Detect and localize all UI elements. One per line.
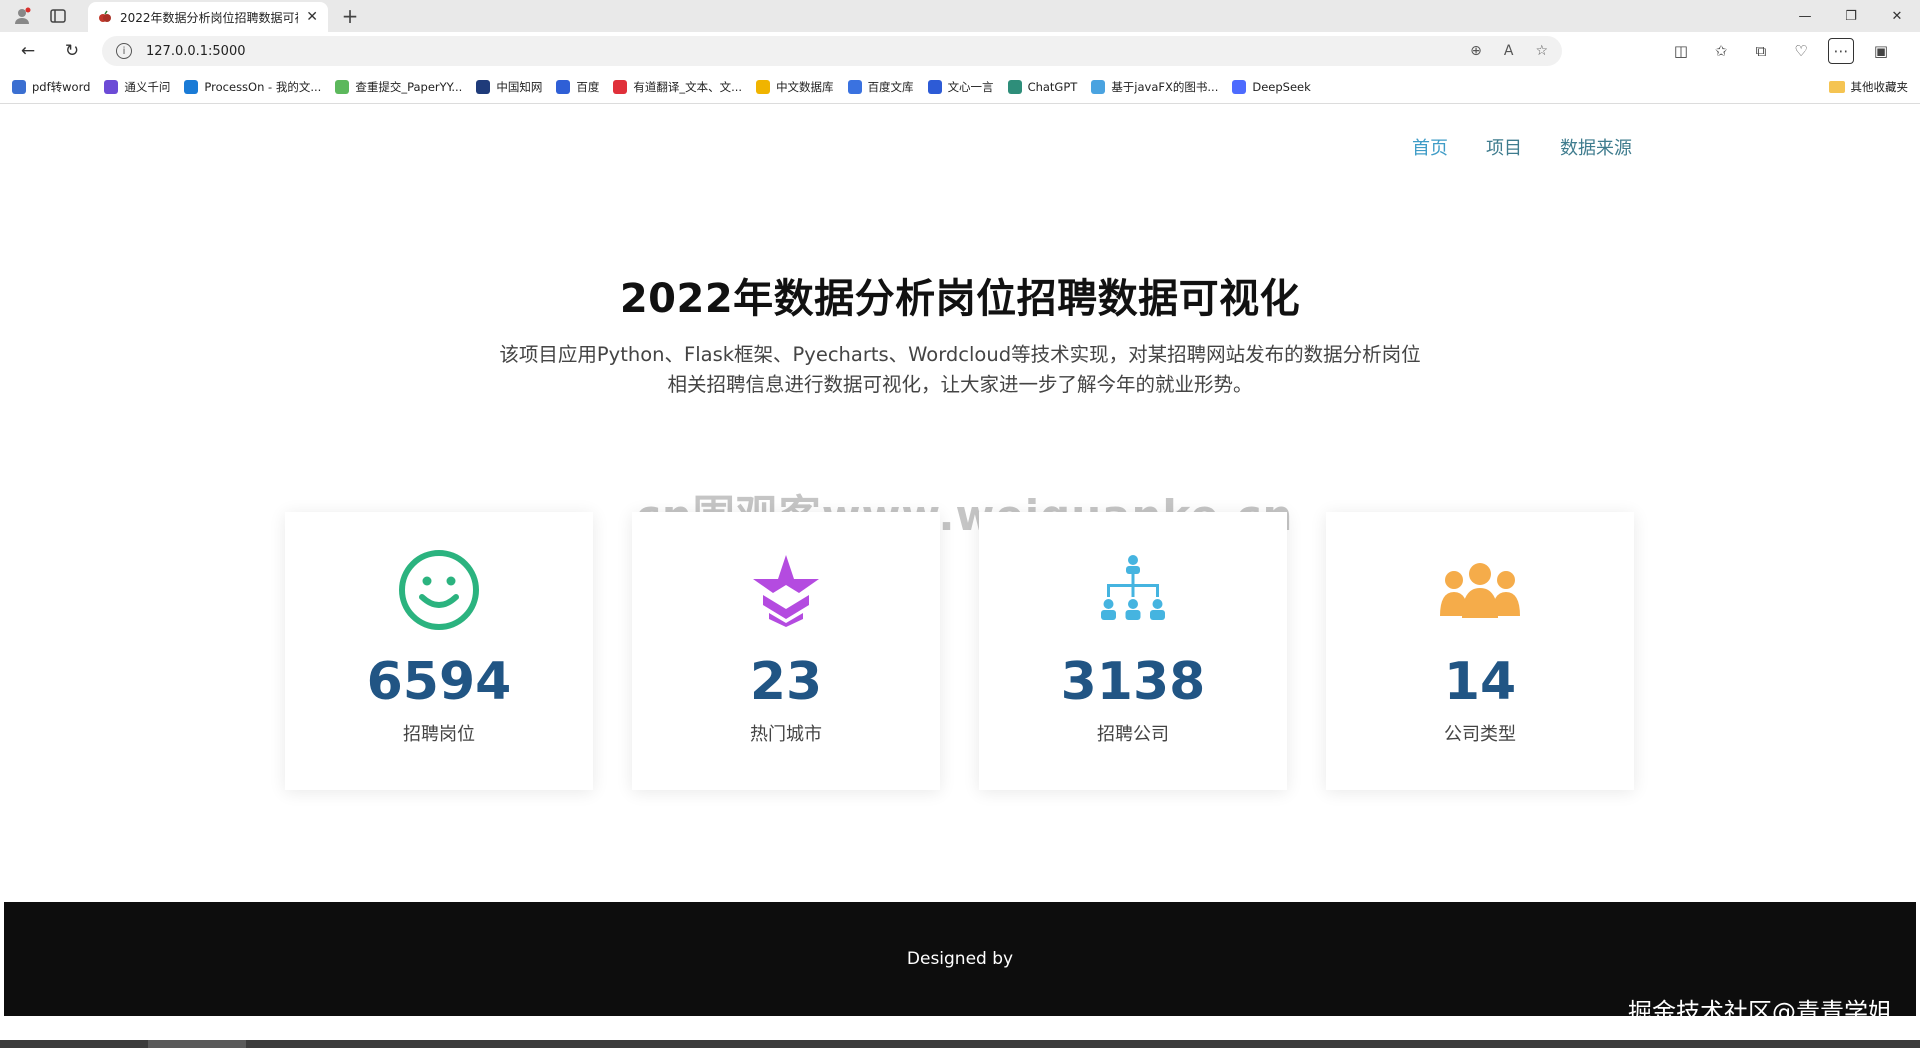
folder-icon bbox=[1828, 81, 1845, 93]
back-icon[interactable]: ← bbox=[16, 39, 40, 63]
bookmark-icon bbox=[847, 79, 862, 94]
other-bookmarks-folder[interactable]: 其他收藏夹 bbox=[1828, 79, 1908, 95]
sidebar-toggle-icon[interactable]: ▣ bbox=[1868, 38, 1894, 64]
bookmark-item[interactable]: 查重提交_PaperYY... bbox=[335, 79, 462, 95]
bookmark-icon bbox=[556, 79, 571, 94]
org-chart-icon bbox=[1091, 548, 1175, 632]
favorite-star-icon[interactable]: ☆ bbox=[1535, 43, 1548, 59]
collections-icon[interactable]: ⧉ bbox=[1748, 38, 1774, 64]
tab-actions-icon[interactable] bbox=[44, 4, 72, 28]
favorites-icon[interactable]: ✩ bbox=[1708, 38, 1734, 64]
bookmark-icon bbox=[1232, 79, 1247, 94]
profile-icon[interactable] bbox=[8, 4, 36, 28]
bookmark-item[interactable]: ProcessOn - 我的文... bbox=[184, 79, 321, 95]
stat-card-company-types: 14 公司类型 bbox=[1326, 512, 1634, 790]
bookmark-item[interactable]: 通义千问 bbox=[104, 79, 170, 95]
bookmark-item[interactable]: 中文数据库 bbox=[756, 79, 834, 95]
browser-toolbar: ← ↻ i 127.0.0.1:5000 ⊕ A ☆ ◫ ✩ ⧉ ♡ ⋯ ▣ bbox=[0, 32, 1920, 70]
refresh-icon[interactable]: ↻ bbox=[60, 39, 84, 63]
bookmark-icon bbox=[476, 79, 491, 94]
bookmark-icon bbox=[927, 79, 942, 94]
bookmark-item[interactable]: pdf转word bbox=[12, 79, 90, 95]
stat-card-companies: 3138 招聘公司 bbox=[979, 512, 1287, 790]
stat-label: 招聘公司 bbox=[1097, 724, 1169, 745]
address-bar[interactable]: i 127.0.0.1:5000 ⊕ A ☆ bbox=[102, 36, 1562, 66]
bookmark-item[interactable]: 基于javaFX的图书... bbox=[1091, 79, 1218, 95]
bookmarks-bar: pdf转word 通义千问 ProcessOn - 我的文... 查重提交_Pa… bbox=[0, 70, 1920, 104]
tab-favicon-icon bbox=[99, 10, 111, 22]
bookmark-icon bbox=[104, 79, 119, 94]
nav-link-home[interactable]: 首页 bbox=[1412, 134, 1448, 160]
description-line-1: 该项目应用Python、Flask框架、Pyecharts、Wordcloud等… bbox=[499, 343, 1421, 366]
bookmark-icon bbox=[184, 79, 199, 94]
description-line-2: 相关招聘信息进行数据可视化，让大家进一步了解今年的就业形势。 bbox=[667, 373, 1253, 396]
bookmark-icon bbox=[12, 79, 26, 94]
bookmark-item[interactable]: 有道翻译_文本、文... bbox=[613, 79, 742, 95]
bookmark-item[interactable]: 百度文库 bbox=[847, 79, 914, 95]
bookmark-icon bbox=[613, 79, 628, 94]
site-nav: 首页 项目 数据来源 bbox=[1412, 134, 1632, 160]
nav-link-data-source[interactable]: 数据来源 bbox=[1560, 134, 1632, 160]
star-rank-icon bbox=[744, 548, 828, 632]
active-tab[interactable]: 2022年数据分析岗位招聘数据可视化 ✕ bbox=[88, 2, 328, 32]
bookmark-icon bbox=[1091, 79, 1106, 94]
read-aloud-icon[interactable]: A bbox=[1504, 43, 1514, 59]
stat-card-cities: 23 热门城市 bbox=[632, 512, 940, 790]
address-url[interactable]: 127.0.0.1:5000 bbox=[146, 44, 1456, 59]
minimize-icon[interactable]: — bbox=[1782, 0, 1828, 32]
zoom-icon[interactable]: ⊕ bbox=[1470, 43, 1482, 59]
browser-essentials-icon[interactable]: ♡ bbox=[1788, 38, 1814, 64]
bookmark-item[interactable]: 中国知网 bbox=[476, 79, 542, 95]
new-tab-icon[interactable]: + bbox=[338, 4, 362, 28]
stat-value: 14 bbox=[1443, 652, 1517, 712]
bookmark-item[interactable]: ChatGPT bbox=[1007, 79, 1077, 94]
bookmark-icon bbox=[335, 79, 350, 94]
stat-value: 6594 bbox=[366, 652, 512, 712]
more-menu-icon[interactable]: ⋯ bbox=[1828, 38, 1854, 64]
group-icon bbox=[1438, 548, 1522, 632]
split-screen-icon[interactable]: ◫ bbox=[1668, 38, 1694, 64]
taskbar-item[interactable] bbox=[148, 1040, 246, 1048]
stat-label: 公司类型 bbox=[1444, 724, 1516, 745]
bookmark-item[interactable]: 百度 bbox=[556, 79, 599, 95]
nav-link-projects[interactable]: 项目 bbox=[1486, 134, 1522, 160]
bookmark-icon bbox=[756, 79, 771, 94]
smiley-icon bbox=[397, 548, 481, 632]
restore-icon[interactable]: ❐ bbox=[1828, 0, 1874, 32]
bookmark-item[interactable]: DeepSeek bbox=[1232, 79, 1311, 94]
footer-text: Designed by bbox=[906, 949, 1014, 969]
close-window-icon[interactable]: ✕ bbox=[1874, 0, 1920, 32]
page-viewport: 首页 项目 数据来源 2022年数据分析岗位招聘数据可视化 该项目应用Pytho… bbox=[4, 104, 1916, 1016]
stats-cards: 6594 招聘岗位 23 热门城市 3138 招聘公司 14 公司类型 bbox=[285, 512, 1634, 790]
stat-value: 23 bbox=[749, 652, 823, 712]
corner-watermark: 掘金技术社区@青青学姐 bbox=[1628, 998, 1892, 1016]
page-title: 2022年数据分析岗位招聘数据可视化 bbox=[619, 276, 1301, 322]
browser-tab-bar: 2022年数据分析岗位招聘数据可视化 ✕ + — ❐ ✕ bbox=[0, 0, 1920, 32]
tab-close-icon[interactable]: ✕ bbox=[306, 9, 318, 25]
stat-label: 热门城市 bbox=[750, 724, 822, 745]
stat-value: 3138 bbox=[1060, 652, 1206, 712]
bookmark-item[interactable]: 文心一言 bbox=[927, 79, 994, 95]
site-info-icon[interactable]: i bbox=[116, 43, 132, 59]
stat-label: 招聘岗位 bbox=[403, 724, 475, 745]
stat-card-positions: 6594 招聘岗位 bbox=[285, 512, 593, 790]
page-description: 该项目应用Python、Flask框架、Pyecharts、Wordcloud等… bbox=[4, 340, 1916, 400]
tab-title: 2022年数据分析岗位招聘数据可视化 bbox=[120, 10, 298, 25]
os-taskbar bbox=[0, 1040, 1920, 1048]
bookmark-icon bbox=[1007, 79, 1022, 94]
